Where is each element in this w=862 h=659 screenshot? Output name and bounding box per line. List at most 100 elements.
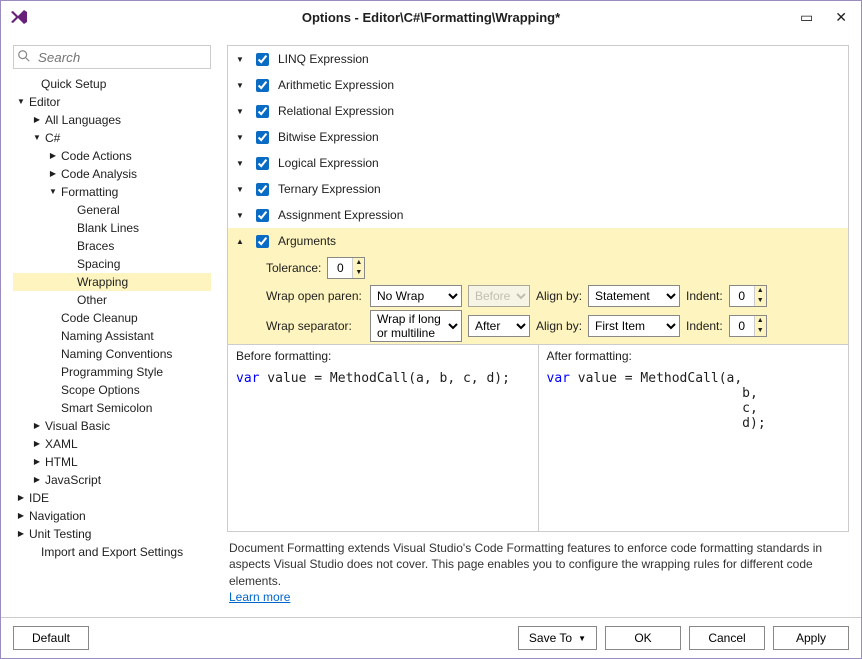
wrap-open-paren-label: Wrap open paren:	[266, 289, 364, 303]
wrap-sep-select[interactable]: Wrap if long or multiline	[370, 310, 462, 342]
wrap-separator-row: Wrap separator: Wrap if long or multilin…	[228, 310, 848, 345]
tree-naming-conventions[interactable]: Naming Conventions	[13, 345, 211, 363]
opt-bitwise[interactable]: ▼Bitwise Expression	[228, 124, 848, 150]
maximize-button[interactable]: ▭	[800, 10, 813, 24]
tree-unit-testing[interactable]: Unit Testing	[13, 525, 211, 543]
tolerance-label: Tolerance:	[266, 261, 321, 275]
collapse-icon[interactable]: ▼	[234, 81, 246, 90]
opt-logical-check[interactable]	[256, 157, 269, 170]
opt-ternary-check[interactable]	[256, 183, 269, 196]
down-arrow-icon[interactable]: ▼	[755, 296, 766, 306]
tree-scope-options[interactable]: Scope Options	[13, 381, 211, 399]
open-indent-label: Indent:	[686, 289, 723, 303]
preview-pane: Before formatting: var value = MethodCal…	[227, 345, 849, 532]
left-pane: Quick Setup Editor All Languages C# Code…	[13, 45, 211, 605]
right-pane: ▼LINQ Expression ▼Arithmetic Expression …	[227, 45, 849, 605]
save-to-button[interactable]: Save To▼	[518, 626, 597, 650]
options-list[interactable]: ▼LINQ Expression ▼Arithmetic Expression …	[227, 45, 849, 345]
tree-wrapping[interactable]: Wrapping	[13, 273, 211, 291]
down-arrow-icon[interactable]: ▼	[353, 268, 364, 278]
tree-code-analysis[interactable]: Code Analysis	[13, 165, 211, 183]
nav-tree: Quick Setup Editor All Languages C# Code…	[13, 75, 211, 605]
sep-indent-input[interactable]	[730, 316, 754, 336]
opt-relational[interactable]: ▼Relational Expression	[228, 98, 848, 124]
search-input[interactable]	[13, 45, 211, 69]
tree-braces[interactable]: Braces	[13, 237, 211, 255]
chevron-down-icon: ▼	[578, 634, 586, 643]
tolerance-input[interactable]	[328, 258, 352, 278]
tree-code-actions[interactable]: Code Actions	[13, 147, 211, 165]
tree-code-cleanup[interactable]: Code Cleanup	[13, 309, 211, 327]
open-indent-spinner[interactable]: ▲▼	[729, 285, 767, 307]
opt-logical[interactable]: ▼Logical Expression	[228, 150, 848, 176]
wrap-sep-label: Wrap separator:	[266, 319, 364, 333]
tree-html[interactable]: HTML	[13, 453, 211, 471]
tree-naming-assistant[interactable]: Naming Assistant	[13, 327, 211, 345]
ok-button[interactable]: OK	[605, 626, 681, 650]
tree-editor[interactable]: Editor	[13, 93, 211, 111]
wrap-sep-pos-select[interactable]: After	[468, 315, 530, 337]
sep-indent-spinner[interactable]: ▲▼	[729, 315, 767, 337]
tree-smart-semicolon[interactable]: Smart Semicolon	[13, 399, 211, 417]
cancel-button[interactable]: Cancel	[689, 626, 765, 650]
tree-xaml[interactable]: XAML	[13, 435, 211, 453]
sep-align-select[interactable]: First Item	[588, 315, 680, 337]
tree-visual-basic[interactable]: Visual Basic	[13, 417, 211, 435]
apply-button[interactable]: Apply	[773, 626, 849, 650]
tree-ide[interactable]: IDE	[13, 489, 211, 507]
tree-all-languages[interactable]: All Languages	[13, 111, 211, 129]
tree-import-export[interactable]: Import and Export Settings	[13, 543, 211, 561]
opt-bitwise-check[interactable]	[256, 131, 269, 144]
footer: Default Save To▼ OK Cancel Apply	[1, 617, 861, 658]
opt-arithmetic[interactable]: ▼Arithmetic Expression	[228, 72, 848, 98]
default-button[interactable]: Default	[13, 626, 89, 650]
tree-general[interactable]: General	[13, 201, 211, 219]
tolerance-spinner[interactable]: ▲▼	[327, 257, 365, 279]
down-arrow-icon[interactable]: ▼	[755, 326, 766, 336]
collapse-icon[interactable]: ▼	[234, 107, 246, 116]
window-title: Options - Editor\C#\Formatting\Wrapping*	[302, 10, 560, 25]
opt-linq[interactable]: ▼LINQ Expression	[228, 46, 848, 72]
close-button[interactable]: ✕	[835, 10, 847, 24]
tree-spacing[interactable]: Spacing	[13, 255, 211, 273]
opt-assignment-check[interactable]	[256, 209, 269, 222]
collapse-icon[interactable]: ▼	[234, 55, 246, 64]
opt-arguments-check[interactable]	[256, 235, 269, 248]
open-align-select[interactable]: Statement	[588, 285, 680, 307]
preview-before-code: var value = MethodCall(a, b, c, d);	[228, 367, 538, 531]
sep-indent-label: Indent:	[686, 319, 723, 333]
sep-align-label: Align by:	[536, 319, 582, 333]
description-text: Document Formatting extends Visual Studi…	[227, 532, 849, 605]
tree-quick-setup[interactable]: Quick Setup	[13, 75, 211, 93]
up-arrow-icon[interactable]: ▲	[353, 258, 364, 268]
up-arrow-icon[interactable]: ▲	[755, 286, 766, 296]
collapse-icon[interactable]: ▼	[234, 185, 246, 194]
tree-programming-style[interactable]: Programming Style	[13, 363, 211, 381]
opt-ternary[interactable]: ▼Ternary Expression	[228, 176, 848, 202]
tree-navigation[interactable]: Navigation	[13, 507, 211, 525]
tree-javascript[interactable]: JavaScript	[13, 471, 211, 489]
opt-linq-check[interactable]	[256, 53, 269, 66]
tree-blank-lines[interactable]: Blank Lines	[13, 219, 211, 237]
collapse-icon[interactable]: ▼	[234, 133, 246, 142]
open-indent-input[interactable]	[730, 286, 754, 306]
opt-assignment[interactable]: ▼Assignment Expression	[228, 202, 848, 228]
tree-formatting[interactable]: Formatting	[13, 183, 211, 201]
search-box	[13, 45, 211, 69]
tree-csharp[interactable]: C#	[13, 129, 211, 147]
tree-other[interactable]: Other	[13, 291, 211, 309]
opt-arguments-section: ▲Arguments Tolerance: ▲▼ Wrap open paren…	[228, 228, 848, 345]
vs-logo-icon	[9, 7, 29, 27]
wrap-open-paren-pos-select: Before	[468, 285, 530, 307]
opt-arguments[interactable]: ▲Arguments	[228, 228, 848, 254]
expand-icon[interactable]: ▲	[234, 237, 246, 246]
search-icon	[17, 49, 31, 63]
collapse-icon[interactable]: ▼	[234, 211, 246, 220]
wrap-open-paren-select[interactable]: No Wrap	[370, 285, 462, 307]
learn-more-link[interactable]: Learn more	[229, 590, 290, 604]
up-arrow-icon[interactable]: ▲	[755, 316, 766, 326]
opt-relational-check[interactable]	[256, 105, 269, 118]
preview-before-label: Before formatting:	[228, 345, 538, 367]
collapse-icon[interactable]: ▼	[234, 159, 246, 168]
opt-arithmetic-check[interactable]	[256, 79, 269, 92]
